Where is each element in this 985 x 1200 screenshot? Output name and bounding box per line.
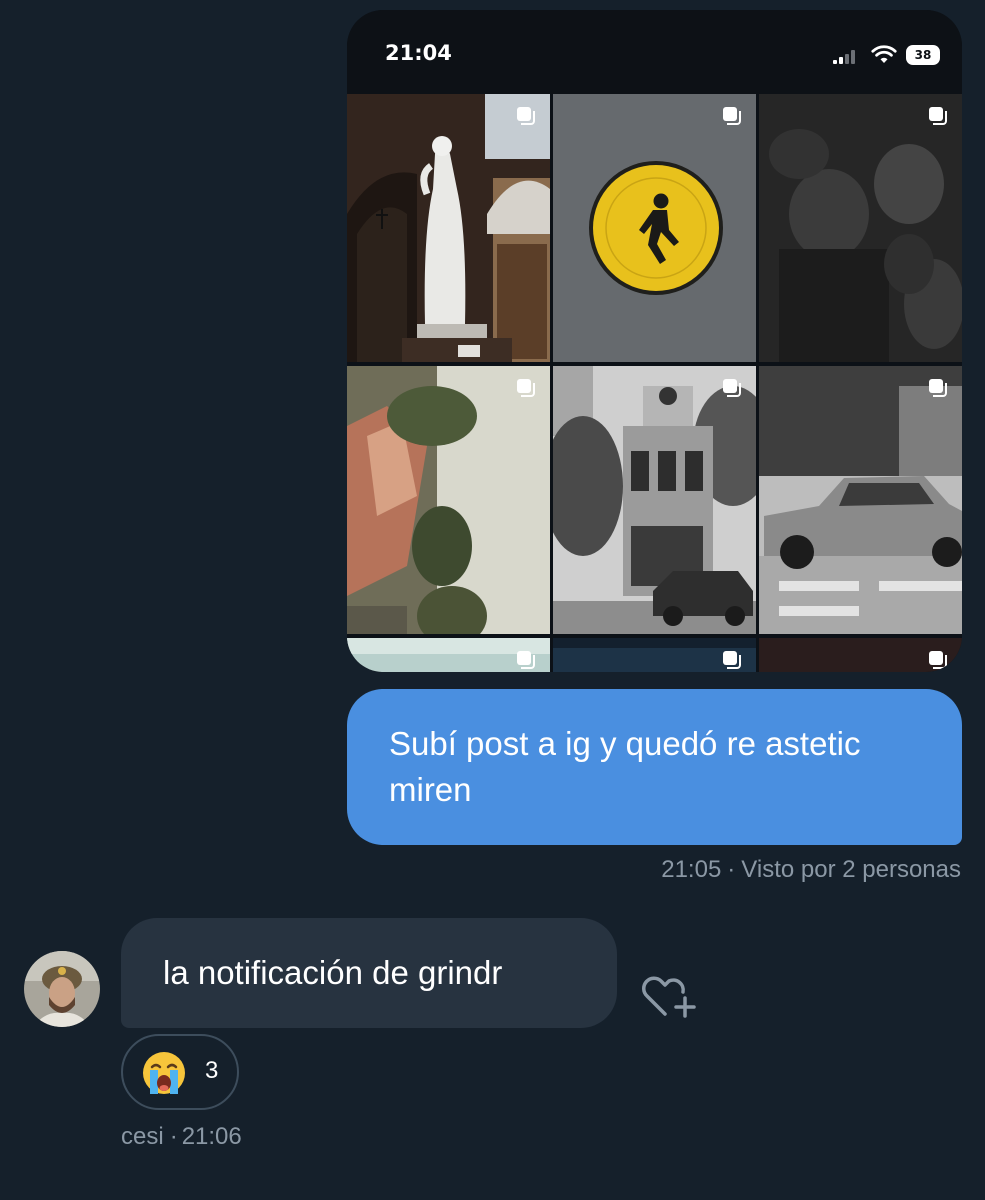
sender-name: cesi xyxy=(121,1123,164,1150)
loudly-crying-face-icon xyxy=(143,1052,185,1094)
received-message-meta: cesi · 21:06 xyxy=(121,1123,242,1151)
received-message-bubble[interactable]: la notificación de grindr xyxy=(121,918,617,1028)
multiple-posts-icon xyxy=(929,651,947,669)
received-message-text: la notificación de grindr xyxy=(163,954,503,991)
sender-avatar[interactable] xyxy=(24,951,100,1027)
meta-separator: · xyxy=(727,856,736,883)
reaction-count: 3 xyxy=(205,1057,219,1084)
multiple-posts-icon xyxy=(929,379,947,397)
shared-screenshot[interactable]: 21:04 38 xyxy=(347,10,962,672)
seen-status: Visto por 2 personas xyxy=(741,856,961,883)
phone-status-bar: 21:04 38 xyxy=(347,10,962,94)
multiple-posts-icon xyxy=(929,107,947,125)
multiple-posts-icon xyxy=(723,651,741,669)
sent-message-text: Subí post a ig y quedó re astetic miren xyxy=(389,725,861,808)
cell-signal-icon xyxy=(833,50,855,64)
pedestrian-sign-photo[interactable] xyxy=(553,94,756,362)
reaction-pill[interactable]: 3 xyxy=(121,1034,239,1110)
statue-photo[interactable] xyxy=(347,94,550,362)
multiple-posts-icon xyxy=(517,107,535,125)
multiple-posts-icon xyxy=(517,379,535,397)
sent-message-meta: 21:05 · Visto por 2 personas xyxy=(661,856,961,884)
partial-photo-1 xyxy=(347,638,550,672)
add-reaction-icon[interactable] xyxy=(641,972,699,1020)
corner-building-photo[interactable] xyxy=(553,366,756,634)
partial-photo-2 xyxy=(553,638,756,672)
rooftops-photo[interactable] xyxy=(347,366,550,634)
multiple-posts-icon xyxy=(723,379,741,397)
phone-time: 21:04 xyxy=(385,41,452,65)
sent-message-bubble[interactable]: Subí post a ig y quedó re astetic miren xyxy=(347,689,962,845)
crowd-photo[interactable] xyxy=(759,94,962,362)
sent-message-time: 21:05 xyxy=(661,856,722,883)
multiple-posts-icon xyxy=(723,107,741,125)
car-photo[interactable] xyxy=(759,366,962,634)
partial-photo-3 xyxy=(759,638,962,672)
multiple-posts-icon xyxy=(517,651,535,669)
received-message-time: 21:06 xyxy=(181,1123,242,1150)
wifi-icon xyxy=(871,45,897,63)
battery-badge: 38 xyxy=(906,45,940,65)
meta-separator: · xyxy=(169,1123,178,1150)
